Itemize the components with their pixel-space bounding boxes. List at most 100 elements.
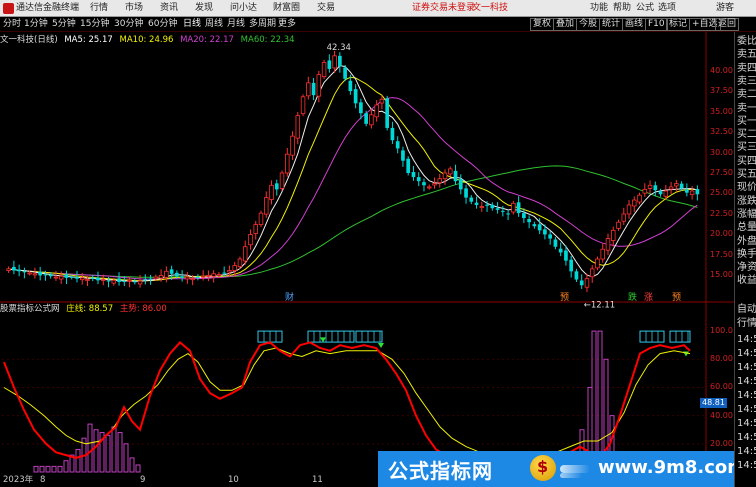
side-panel-label: 行情	[737, 318, 756, 329]
candle-body-up	[285, 153, 290, 174]
candle-body-down	[527, 219, 531, 223]
indicator-tick-label: 100.0	[710, 326, 733, 336]
stats-button[interactable]: 统计	[599, 18, 624, 31]
kline-chart[interactable]: 42.34 ←12.11 财 预 跌涨 预	[0, 32, 734, 474]
app-title: 通达信金融终端	[16, 3, 80, 13]
legend-ma5: MA5: 25.17	[64, 35, 113, 45]
candle-body-up	[232, 265, 237, 271]
candle-body-up	[332, 55, 337, 69]
indicator-tick-label: 80.00	[710, 354, 733, 364]
period-tab-1min[interactable]: 1分钟	[24, 18, 48, 31]
quote-side-panel: 委比 卖五 卖四 卖三 卖二 卖一 买一 买二 买三 买四 买五 现价 涨跌 涨幅 总量 外盘 换手 净资 收益 自动…	[734, 32, 756, 487]
event-tag-forecast: 预	[560, 292, 569, 303]
candle-body-down	[422, 182, 426, 186]
side-panel-label: 14:50	[737, 404, 756, 415]
candle-body-up	[511, 202, 516, 213]
app-logo-icon	[3, 3, 14, 14]
user-label[interactable]: 游客	[716, 2, 734, 15]
period-tab-60min[interactable]: 60分钟	[148, 18, 177, 31]
menu-item-wealth[interactable]: 财富圈	[273, 2, 300, 15]
candle-body-up	[27, 272, 32, 275]
price-tick-label: 40.00	[710, 65, 733, 75]
legend-ma20: MA20: 22.17	[180, 35, 234, 45]
period-tab-more[interactable]: 更多	[278, 18, 296, 31]
coin-logo-icon	[530, 455, 556, 481]
candle-body-down	[485, 204, 489, 206]
candle-body-up	[595, 258, 600, 269]
period-tab-day[interactable]: 日线	[183, 18, 201, 31]
candle-body-up	[437, 178, 442, 184]
candle-body-up	[153, 276, 159, 280]
indicator-bar	[111, 426, 117, 473]
menu-item-assistant[interactable]: 问小达	[230, 2, 257, 15]
period-tab-5min[interactable]: 5分钟	[52, 18, 76, 31]
period-tab-week[interactable]: 周线	[205, 18, 223, 31]
period-tab-multi[interactable]: 多周期	[249, 18, 276, 31]
back-button[interactable]: 返回	[715, 18, 740, 31]
login-notice[interactable]: 证券交易未登录	[412, 2, 475, 15]
site-watermark: 公式指标网 www.9m8.com	[378, 451, 734, 487]
side-panel-label: 14:50	[737, 348, 756, 359]
candle-body-down	[516, 202, 521, 214]
sell-arrow-icon	[378, 343, 384, 348]
menu-item-function[interactable]: 功能	[590, 2, 608, 15]
watermark-url: www.9m8.com	[598, 457, 734, 478]
today-stocks-button[interactable]: 今股	[576, 18, 601, 31]
candle-body-down	[90, 277, 95, 279]
side-panel-label: 卖一	[737, 102, 756, 114]
candle-body-down	[353, 89, 358, 104]
period-tab-30min[interactable]: 30分钟	[114, 18, 143, 31]
candle-body-down	[506, 213, 510, 215]
period-tab-timeshare[interactable]: 分时	[3, 18, 21, 31]
candle-body-down	[169, 269, 174, 274]
candle-body-up	[663, 190, 669, 197]
candle-body-down	[338, 55, 342, 67]
candle-body-down	[695, 189, 700, 195]
overlay-button[interactable]: 叠加	[553, 18, 578, 31]
candle-body-down	[96, 277, 100, 281]
candle-body-up	[137, 280, 143, 285]
mark-button[interactable]: 标记	[666, 18, 691, 31]
price-tick-label: 20.00	[710, 229, 733, 239]
menu-item-formula[interactable]: 公式	[636, 2, 654, 15]
side-panel-label: 净资	[737, 262, 756, 274]
draw-line-button[interactable]: 画线	[622, 18, 647, 31]
candle-body-down	[458, 179, 463, 190]
candle-body-up	[374, 104, 379, 118]
candle-body-down	[416, 177, 421, 182]
menu-item-discover[interactable]: 发现	[195, 2, 213, 15]
period-tab-month[interactable]: 月线	[227, 18, 245, 31]
adjust-button[interactable]: 复权	[530, 18, 555, 31]
side-panel-label: 14:50	[737, 390, 756, 401]
menu-item-options[interactable]: 选项	[658, 2, 676, 15]
menu-item-news[interactable]: 资讯	[160, 2, 178, 15]
candle-body-down	[490, 204, 495, 209]
menu-item-help[interactable]: 帮助	[613, 2, 631, 15]
price-tick-label: 17.50	[710, 249, 733, 259]
side-panel-label: 现价	[737, 182, 756, 194]
candle-body-up	[637, 194, 642, 203]
ma10-path	[8, 76, 698, 282]
candle-body-up	[632, 199, 637, 207]
date-label-sep: 9	[140, 475, 146, 485]
candle-body-down	[311, 82, 316, 96]
side-panel-label: 涨幅	[737, 208, 756, 220]
menu-item-board[interactable]: 市场	[125, 2, 143, 15]
candle-body-down	[453, 170, 458, 182]
candle-body-up	[642, 188, 648, 194]
zhuang-line-path	[3, 347, 691, 456]
indicator-bar	[75, 448, 81, 473]
ma20-line	[8, 97, 698, 280]
indicator-tick-label: 40.00	[710, 410, 733, 420]
menu-item-trade[interactable]: 交易	[317, 2, 335, 15]
candle-body-down	[75, 277, 79, 279]
candle-body-down	[22, 271, 27, 273]
price-tick-label: 35.00	[710, 106, 733, 116]
candle-body-up	[290, 135, 295, 156]
menu-item-market[interactable]: 行情	[90, 2, 108, 15]
side-panel-label: 委比	[737, 36, 756, 47]
period-tab-15min[interactable]: 15分钟	[80, 18, 109, 31]
f10-button[interactable]: F10	[645, 18, 668, 31]
candle-body-down	[132, 281, 137, 283]
side-panel-label: 买一	[737, 115, 756, 127]
